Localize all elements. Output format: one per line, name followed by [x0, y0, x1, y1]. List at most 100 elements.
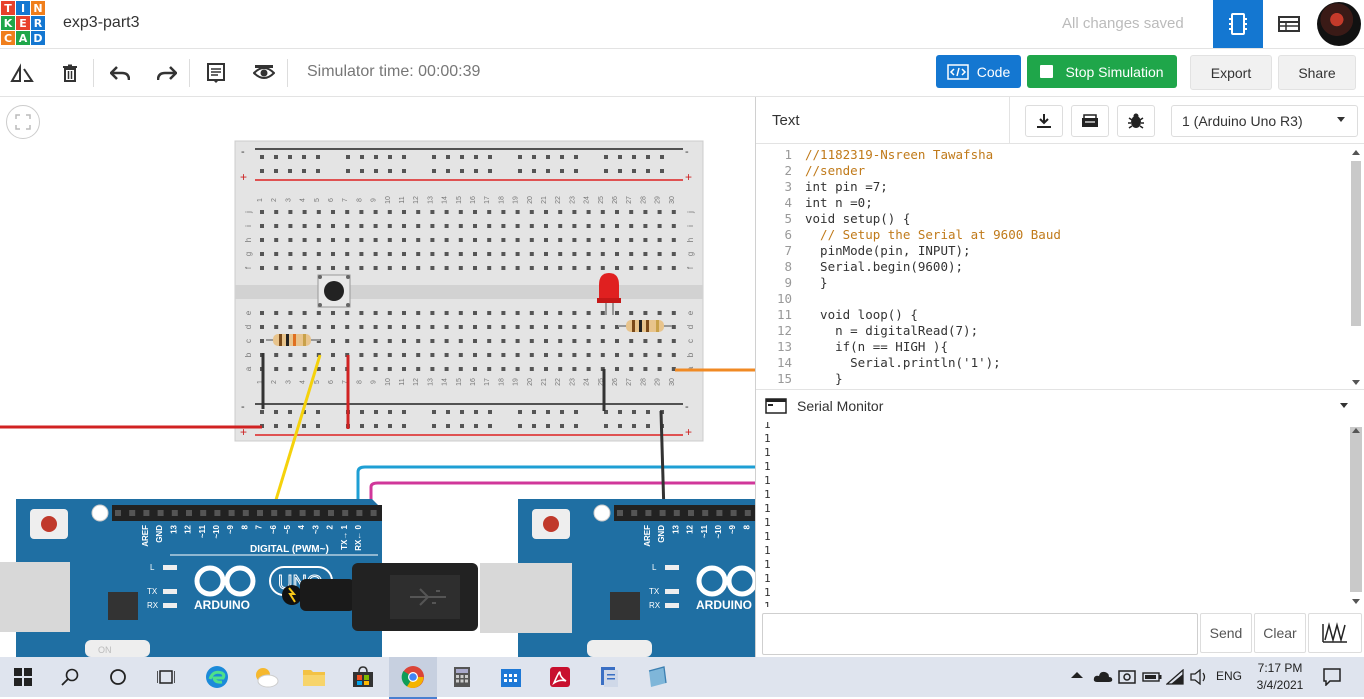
- breadboard-hole: [316, 325, 321, 329]
- graph-icon[interactable]: [1308, 613, 1362, 653]
- breadboard-hole: [373, 325, 378, 329]
- calendar-icon[interactable]: [496, 662, 526, 692]
- send-button[interactable]: Send: [1200, 613, 1252, 653]
- breadboard-hole: [615, 339, 619, 343]
- breadboard-column-number: 17: [484, 378, 491, 386]
- rail-minus-bottom-left: -: [241, 401, 245, 413]
- download-icon[interactable]: [1025, 105, 1063, 137]
- task-view-icon[interactable]: [151, 662, 181, 692]
- serial-output-line: 1: [764, 586, 771, 599]
- show-hidden-icons[interactable]: [1071, 672, 1083, 678]
- project-title[interactable]: exp3-part3: [63, 14, 140, 32]
- code-line[interactable]: void setup() {: [805, 211, 910, 226]
- code-line[interactable]: // Setup the Serial at 9600 Baud: [805, 227, 1061, 242]
- user-avatar[interactable]: [1317, 2, 1361, 46]
- code-line[interactable]: //1182319-Nsreen Tawafsha: [805, 147, 993, 162]
- header-pin: [257, 510, 263, 516]
- breadboard-hole: [615, 266, 619, 270]
- file-explorer-icon[interactable]: [299, 662, 329, 692]
- chrome-icon[interactable]: [389, 657, 437, 699]
- rail-hole: [432, 410, 436, 414]
- calculator-icon[interactable]: [447, 662, 477, 692]
- breadboard-hole: [444, 252, 449, 256]
- edge-icon[interactable]: [202, 662, 232, 692]
- rail-hole: [374, 169, 378, 173]
- input-language[interactable]: ENG: [1216, 669, 1242, 683]
- scroll-down-icon[interactable]: [1352, 599, 1360, 604]
- breadboard-column-number: 4: [300, 198, 307, 202]
- code-line[interactable]: //sender: [805, 163, 865, 178]
- breadboard-hole: [373, 210, 378, 214]
- redo-icon[interactable]: [155, 61, 179, 85]
- circuit-view-icon[interactable]: [1213, 0, 1263, 48]
- rail-plus-bottom-right: +: [685, 425, 692, 439]
- document-icon[interactable]: [594, 662, 624, 692]
- visibility-icon[interactable]: [252, 61, 276, 85]
- code-line[interactable]: }: [805, 275, 828, 290]
- code-line[interactable]: int n =0;: [805, 195, 873, 210]
- code-line[interactable]: if(n == HIGH ){: [805, 339, 948, 354]
- logo-letter: N: [31, 1, 45, 15]
- acrobat-icon[interactable]: [545, 662, 575, 692]
- rotate-icon[interactable]: [10, 61, 34, 85]
- code-line[interactable]: void loop() {: [805, 307, 918, 322]
- code-line[interactable]: pinMode(pin, INPUT);: [805, 243, 971, 258]
- clock[interactable]: 7:17 PM 3/4/2021: [1256, 660, 1304, 694]
- circuit-canvas[interactable]: 1 2 3 4 5 6 7 8 9 10 11 12 13 14 15 16 17 18 19 20 21 22 23 24 2…: [0, 97, 755, 657]
- breadboard-hole: [600, 311, 605, 315]
- header-pin: [299, 510, 306, 516]
- volume-icon[interactable]: [1184, 662, 1214, 692]
- chevron-down-icon[interactable]: [1340, 403, 1348, 408]
- code-button[interactable]: Code: [936, 55, 1021, 88]
- breadboard-column-number: 27: [626, 196, 633, 204]
- search-icon[interactable]: [55, 662, 85, 692]
- serial-scrollbar[interactable]: [1350, 427, 1362, 592]
- code-line[interactable]: int pin =7;: [805, 179, 888, 194]
- notes-icon[interactable]: [204, 61, 228, 85]
- code-line[interactable]: Serial.println('1');: [805, 355, 1001, 370]
- breadboard-hole: [402, 325, 406, 329]
- board-select[interactable]: 1 (Arduino Uno R3): [1171, 105, 1358, 137]
- code-line[interactable]: Serial.begin(9600);: [805, 259, 963, 274]
- store-icon[interactable]: [348, 662, 378, 692]
- code-line[interactable]: }: [805, 371, 843, 386]
- notifications-icon[interactable]: [1317, 662, 1347, 692]
- app-icon[interactable]: [642, 662, 672, 692]
- clear-button[interactable]: Clear: [1254, 613, 1306, 653]
- scroll-up-icon[interactable]: [1352, 150, 1360, 155]
- breadboard-hole: [473, 311, 477, 315]
- breadboard-hole: [487, 325, 492, 329]
- breadboard-hole: [260, 311, 264, 315]
- library-icon[interactable]: [1071, 105, 1109, 137]
- undo-icon[interactable]: [108, 61, 132, 85]
- export-button[interactable]: Export: [1190, 55, 1272, 90]
- code-editor[interactable]: 1 //1182319-Nsreen Tawafsha 2 //sender 3 int …: [756, 147, 1364, 389]
- cortana-icon[interactable]: [103, 662, 133, 692]
- breadboard-hole: [430, 353, 435, 357]
- breadboard-hole: [657, 353, 662, 357]
- tinkercad-logo[interactable]: TIN KER CAD: [0, 0, 45, 47]
- stop-simulation-button[interactable]: Stop Simulation: [1027, 55, 1177, 88]
- editor-scrollbar[interactable]: [1351, 161, 1361, 326]
- weather-icon[interactable]: [251, 662, 281, 692]
- share-button[interactable]: Share: [1278, 55, 1356, 90]
- bug-icon[interactable]: [1117, 105, 1155, 137]
- breadboard-hole: [501, 353, 506, 357]
- breadboard-column-number: 15: [456, 378, 463, 386]
- component-list-icon[interactable]: [1264, 0, 1314, 48]
- breadboard-hole: [473, 210, 477, 214]
- breadboard-hole: [671, 353, 676, 357]
- scroll-up-icon[interactable]: [1352, 428, 1360, 433]
- header-pin-label: RX← 0: [354, 524, 363, 550]
- serial-input[interactable]: [762, 613, 1198, 655]
- breadboard-hole: [515, 367, 520, 371]
- code-mode-label[interactable]: Text: [772, 112, 800, 129]
- serial-monitor-header[interactable]: Serial Monitor: [756, 389, 1364, 422]
- breadboard-hole: [359, 325, 364, 329]
- scroll-down-icon[interactable]: [1352, 380, 1360, 385]
- code-line[interactable]: n = digitalRead(7);: [805, 323, 978, 338]
- windows-start-icon[interactable]: [8, 662, 38, 692]
- header-pin-label: ~11: [198, 524, 207, 538]
- stop-simulation-label: Stop Simulation: [1065, 63, 1164, 80]
- trash-icon[interactable]: [58, 61, 82, 85]
